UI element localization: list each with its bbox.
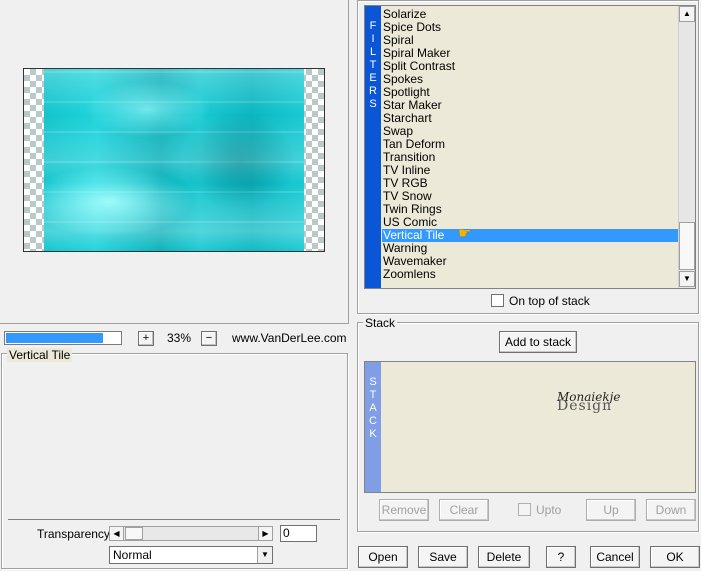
ok-button[interactable]: OK: [650, 546, 700, 568]
stack-list[interactable]: STACK Monaiekje Design: [364, 361, 696, 493]
add-to-stack-button[interactable]: Add to stack: [499, 331, 577, 353]
zoom-level: 33%: [166, 331, 192, 345]
sidebar-letter: T: [369, 59, 377, 71]
on-top-of-stack-label: On top of stack: [509, 294, 590, 308]
transparency-input[interactable]: 0: [280, 525, 317, 542]
blend-mode-select[interactable]: Normal ▼: [109, 546, 273, 564]
sidebar-letter: F: [369, 20, 377, 32]
cancel-button[interactable]: Cancel: [590, 546, 640, 568]
sidebar-letter: C: [369, 415, 377, 427]
zoom-in-button[interactable]: +: [138, 331, 154, 346]
down-button[interactable]: Down: [646, 499, 696, 521]
sidebar-letter: E: [369, 72, 377, 84]
stack-group-title: Stack: [363, 316, 398, 330]
preview-canvas[interactable]: [23, 68, 325, 252]
arrow-right-icon[interactable]: ▶: [258, 527, 272, 540]
filters-sidebar: FILTERS: [365, 6, 381, 288]
clear-button[interactable]: Clear: [439, 499, 489, 521]
list-item[interactable]: Spice Dots: [382, 21, 678, 34]
hand-pointer-icon: ☛: [458, 225, 472, 242]
blend-mode-value: Normal: [113, 548, 152, 562]
list-item[interactable]: Zoomlens: [382, 268, 678, 281]
arrow-left-icon[interactable]: ◀: [110, 527, 124, 540]
list-item[interactable]: Starchart: [382, 112, 678, 125]
transparency-label: Transparency: [37, 527, 110, 541]
settings-group-title: Vertical Tile: [7, 348, 73, 362]
sidebar-letter: T: [369, 389, 377, 401]
chevron-down-icon[interactable]: ▼: [257, 547, 272, 563]
zoom-progress-fill: [6, 333, 103, 343]
arrow-down-icon[interactable]: ▼: [679, 271, 695, 287]
upto-checkbox[interactable]: [518, 503, 531, 516]
filter-items: Solarize Spice Dots Spiral Spiral Maker Spli…: [382, 8, 678, 281]
sidebar-letter: K: [369, 428, 377, 440]
filter-list-scrollbar[interactable]: ▲ ▼: [678, 6, 695, 288]
transparency-slider[interactable]: ◀ ▶: [109, 526, 273, 541]
help-button[interactable]: ?: [546, 546, 576, 568]
divider: [8, 519, 340, 520]
sidebar-letter: A: [369, 402, 377, 414]
open-button[interactable]: Open: [358, 546, 408, 568]
arrow-up-icon[interactable]: ▲: [679, 6, 695, 22]
zoom-out-button[interactable]: −: [201, 331, 217, 346]
zoom-progress-bar: [4, 331, 122, 345]
stack-sidebar: STACK: [365, 362, 381, 492]
sidebar-letter: I: [371, 33, 375, 45]
sidebar-letter: R: [369, 85, 377, 97]
sidebar-letter: S: [369, 376, 377, 388]
preview-image: [44, 69, 304, 251]
scroll-thumb[interactable]: [679, 222, 695, 270]
up-button[interactable]: Up: [586, 499, 636, 521]
remove-button[interactable]: Remove: [379, 499, 429, 521]
filter-list[interactable]: FILTERS Solarize Spice Dots Spiral Spiral M…: [364, 5, 696, 289]
sidebar-letter: S: [369, 98, 377, 110]
save-button[interactable]: Save: [418, 546, 468, 568]
website-link[interactable]: www.VanDerLee.com: [232, 331, 347, 345]
list-item[interactable]: Split Contrast: [382, 60, 678, 73]
slider-thumb[interactable]: [125, 527, 143, 540]
sidebar-letter: L: [369, 46, 377, 58]
preview-panel: [0, 0, 349, 324]
upto-label: Upto: [536, 503, 562, 517]
on-top-of-stack-checkbox[interactable]: [491, 294, 504, 307]
delete-button[interactable]: Delete: [478, 546, 530, 568]
watermark-bottom: Design: [557, 398, 613, 414]
